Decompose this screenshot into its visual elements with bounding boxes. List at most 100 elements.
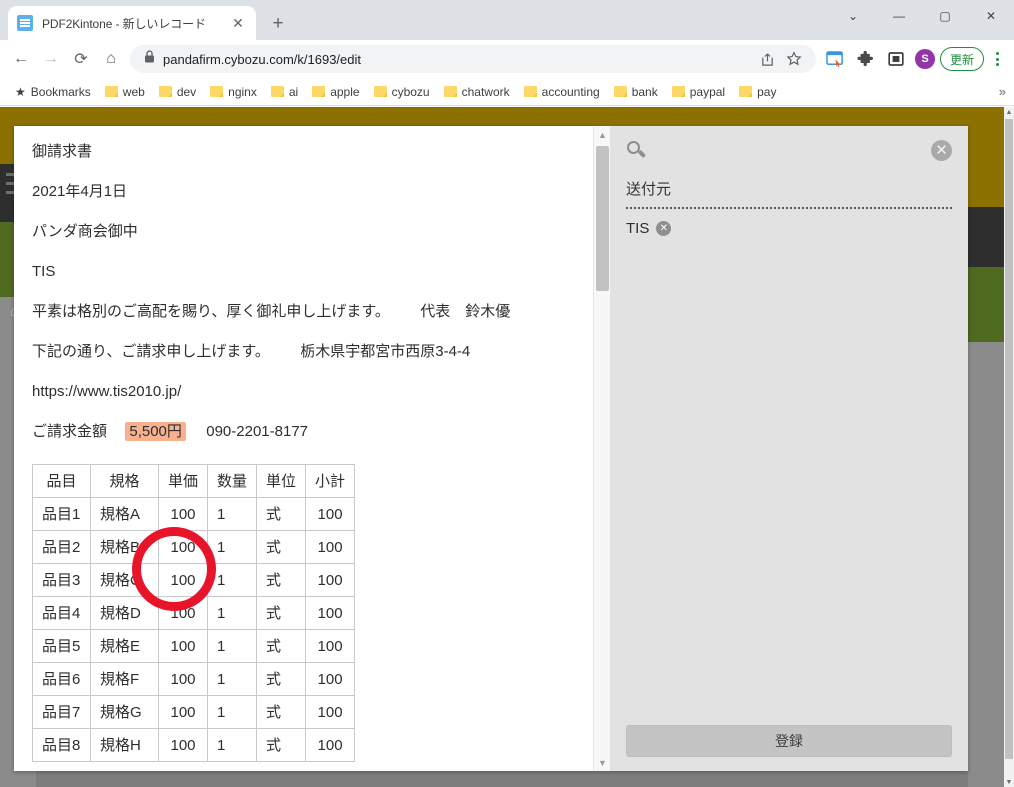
background-app-strip	[968, 267, 1004, 342]
bookmark-item-apple[interactable]: apple	[305, 82, 366, 102]
document-body: 御請求書 2021年4月1日 パンダ商会御中 TIS 平素は格別のご高配を賜り、…	[14, 126, 610, 762]
cell-item: 品目7	[32, 695, 91, 729]
cell-subtotal: 100	[305, 530, 356, 564]
document-amount-row: ご請求金額 5,500円 090-2201-8177	[32, 422, 588, 441]
cell-item: 品目3	[32, 563, 91, 597]
cell-unit: 式	[256, 596, 307, 630]
bookmark-star-icon[interactable]	[782, 47, 806, 71]
folder-icon	[739, 86, 753, 97]
close-window-icon[interactable]: ✕	[968, 0, 1014, 32]
cell-quantity: 1	[207, 530, 258, 564]
browser-toolbar: ← → ⟳ ⌂ pandafirm.cybozu.com/k/1693/edit	[0, 40, 1014, 78]
cell-spec: 規格H	[90, 728, 159, 762]
cell-item: 品目4	[32, 596, 91, 630]
column-header-quantity: 数量	[207, 464, 258, 498]
bookmarks-bar: ★ Bookmarks web dev nginx ai apple cyboz…	[0, 78, 1014, 106]
scrollbar-thumb[interactable]	[596, 146, 609, 291]
sidepanel-icon[interactable]	[882, 45, 910, 73]
bookmark-label: cybozu	[391, 84, 430, 99]
address-bar[interactable]: pandafirm.cybozu.com/k/1693/edit	[130, 45, 816, 73]
omnibox-actions	[756, 47, 806, 71]
cell-unitprice: 100	[157, 596, 209, 630]
bookmark-item-pay[interactable]: pay	[732, 82, 783, 102]
maximize-icon[interactable]: ▢	[922, 0, 968, 32]
clipper-extension-icon[interactable]	[822, 45, 850, 73]
record-form-pane: ✕ 送付元 TIS ✕ 登録	[610, 126, 968, 771]
document-preview-pane[interactable]: 御請求書 2021年4月1日 パンダ商会御中 TIS 平素は格別のご高配を賜り、…	[14, 126, 610, 771]
puzzle-extensions-icon[interactable]	[852, 45, 880, 73]
bookmark-item-accounting[interactable]: accounting	[517, 82, 607, 102]
extension-icons	[822, 45, 910, 73]
cell-unit: 式	[256, 530, 307, 564]
table-row: 品目2 規格B 100 1 式 100	[32, 530, 356, 564]
cell-spec: 規格G	[90, 695, 159, 729]
close-icon[interactable]: ✕	[931, 140, 952, 161]
browser-menu-icon[interactable]	[986, 45, 1008, 73]
page-scrollbar[interactable]: ▲ ▼	[1004, 107, 1014, 787]
cell-spec: 規格A	[90, 497, 159, 531]
bookmark-item-dev[interactable]: dev	[152, 82, 203, 102]
scroll-down-icon[interactable]: ▼	[594, 754, 610, 771]
cell-quantity: 1	[207, 662, 258, 696]
bookmark-item-web[interactable]: web	[98, 82, 152, 102]
cell-unit: 式	[256, 695, 307, 729]
back-icon[interactable]: ←	[6, 44, 36, 74]
cell-quantity: 1	[207, 497, 258, 531]
selected-value-chip[interactable]: TIS ✕	[626, 220, 952, 237]
forward-icon[interactable]: →	[36, 44, 66, 74]
scroll-up-icon[interactable]: ▲	[594, 126, 610, 143]
reload-icon[interactable]: ⟳	[66, 44, 96, 74]
cell-item: 品目6	[32, 662, 91, 696]
bookmark-label: bank	[631, 84, 658, 99]
bookmarks-overflow-icon[interactable]: »	[999, 84, 1006, 99]
column-header-item: 品目	[32, 464, 91, 498]
folder-icon	[373, 86, 387, 97]
cell-item: 品目2	[32, 530, 91, 564]
update-button[interactable]: 更新	[939, 47, 984, 71]
kintone-app-icon	[17, 15, 33, 31]
table-row: 品目4 規格D 100 1 式 100	[32, 596, 356, 630]
amount-label: ご請求金額	[32, 423, 108, 440]
cell-spec: 規格D	[90, 596, 159, 630]
pdf2kintone-modal: 御請求書 2021年4月1日 パンダ商会御中 TIS 平素は格別のご高配を賜り、…	[14, 126, 968, 771]
bookmark-item-nginx[interactable]: nginx	[203, 82, 264, 102]
home-icon[interactable]: ⌂	[96, 44, 126, 74]
bookmark-item-ai[interactable]: ai	[264, 82, 305, 102]
minimize-icon[interactable]: —	[876, 0, 922, 32]
window-controls: ⌄ — ▢ ✕	[830, 0, 1014, 32]
background-app-strip	[968, 207, 1004, 267]
register-button[interactable]: 登録	[626, 725, 952, 757]
profile-avatar[interactable]: S	[914, 49, 935, 69]
document-addressee: パンダ商会御中	[32, 223, 138, 240]
cell-unit: 式	[256, 563, 307, 597]
cell-subtotal: 100	[305, 563, 356, 597]
cell-unit: 式	[256, 728, 307, 762]
table-row: 品目3 規格C 100 1 式 100	[32, 563, 356, 597]
folder-icon	[210, 86, 224, 97]
bookmark-manager-item[interactable]: ★ Bookmarks	[8, 82, 98, 102]
share-icon[interactable]	[756, 47, 780, 71]
bookmark-item-cybozu[interactable]: cybozu	[367, 82, 437, 102]
scroll-up-icon[interactable]: ▲	[1004, 107, 1014, 117]
cell-item: 品目1	[32, 497, 91, 531]
tab-search-icon[interactable]: ⌄	[830, 0, 876, 32]
bookmark-item-chatwork[interactable]: chatwork	[437, 82, 517, 102]
document-greeting: 平素は格別のご高配を賜り、厚く御礼申し上げます。	[32, 303, 390, 320]
column-header-unitprice: 単価	[157, 464, 209, 498]
bookmark-item-bank[interactable]: bank	[607, 82, 665, 102]
document-scrollbar[interactable]: ▲ ▼	[593, 126, 610, 771]
magnifier-icon[interactable]	[626, 140, 648, 162]
scrollbar-thumb[interactable]	[1005, 119, 1013, 759]
bookmark-item-paypal[interactable]: paypal	[665, 82, 732, 102]
browser-tab[interactable]: PDF2Kintone - 新しいレコード ✕	[8, 6, 256, 40]
remove-chip-icon[interactable]: ✕	[656, 221, 672, 236]
tab-title: PDF2Kintone - 新しいレコード	[42, 16, 206, 31]
amount-value-highlighted[interactable]: 5,500円	[125, 422, 186, 441]
document-title: 御請求書	[32, 143, 93, 160]
scroll-down-icon[interactable]: ▼	[1004, 777, 1014, 787]
lock-icon	[144, 50, 155, 68]
new-tab-button[interactable]: +	[264, 9, 292, 37]
tab-strip: PDF2Kintone - 新しいレコード ✕ + ⌄ — ▢ ✕	[0, 0, 1014, 40]
close-icon[interactable]: ✕	[229, 14, 247, 32]
cell-unitprice: 100	[157, 497, 209, 531]
